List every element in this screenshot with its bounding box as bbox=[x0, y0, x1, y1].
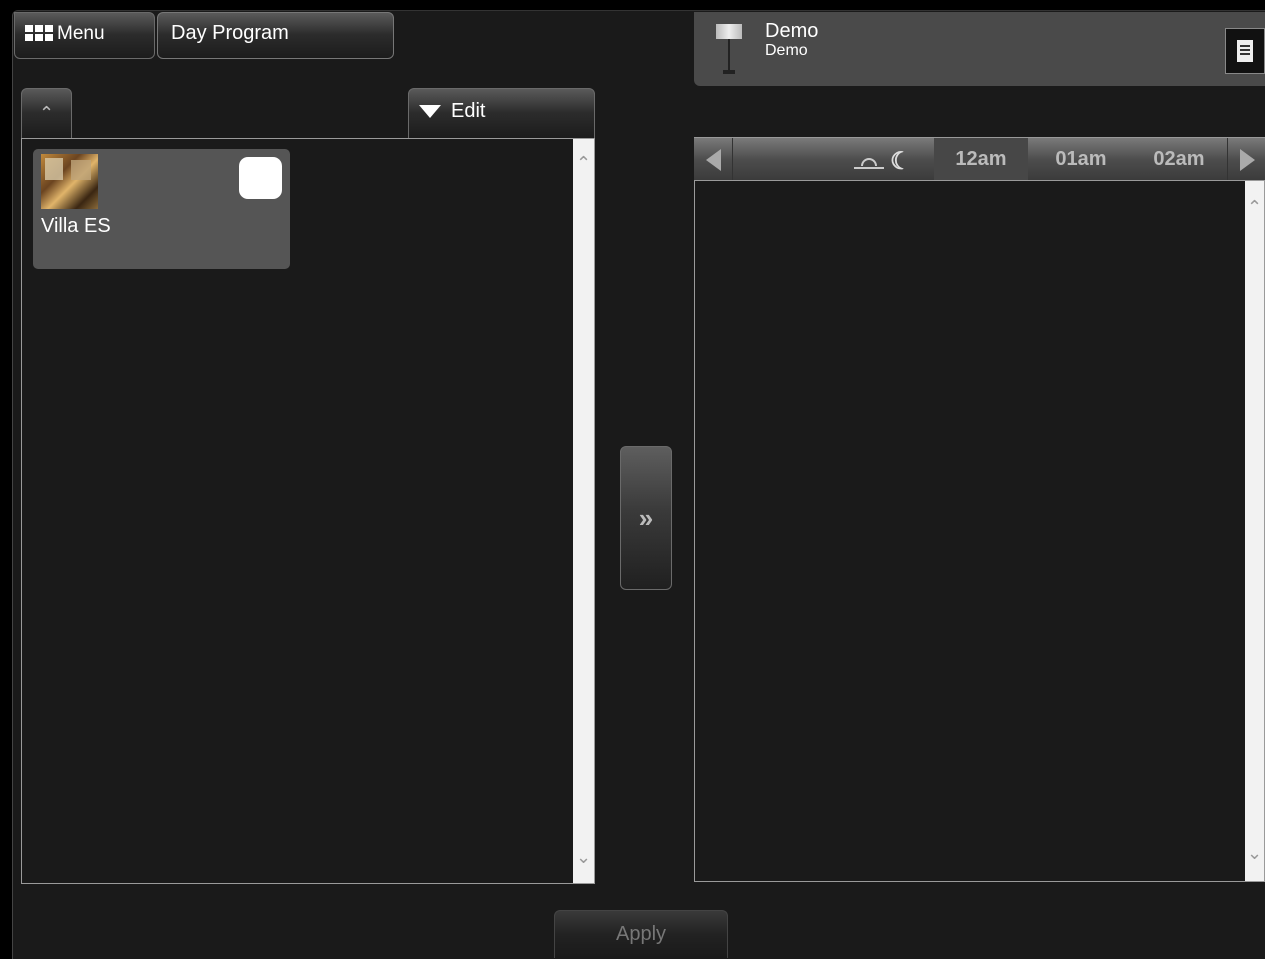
menu-label: Menu bbox=[57, 23, 105, 44]
notes-icon[interactable] bbox=[1225, 28, 1265, 74]
scroll-up-icon[interactable]: ⌃ bbox=[573, 153, 594, 173]
timeline-prev-button[interactable] bbox=[694, 138, 733, 181]
collapse-up-button[interactable]: ⌃ bbox=[21, 88, 72, 139]
hour-cell[interactable]: 01am bbox=[1034, 138, 1128, 181]
chevron-up-icon: ⌃ bbox=[38, 103, 55, 123]
scroll-down-icon[interactable]: ⌄ bbox=[573, 847, 594, 867]
scrollbar[interactable]: ⌃ ⌄ bbox=[1245, 181, 1264, 881]
apply-label: Apply bbox=[615, 923, 667, 945]
scroll-up-icon[interactable]: ⌃ bbox=[1245, 197, 1264, 217]
timeline-next-button[interactable] bbox=[1227, 138, 1265, 181]
moon-icon: ☾ bbox=[890, 148, 912, 175]
edit-button[interactable]: Edit bbox=[408, 88, 595, 139]
day-program-label: Day Program bbox=[171, 22, 289, 44]
triangle-left-icon bbox=[705, 148, 721, 171]
device-subtitle: Demo bbox=[765, 42, 808, 59]
pendant-lamp-icon bbox=[716, 24, 742, 76]
triangle-right-icon bbox=[1239, 148, 1255, 171]
select-checkbox[interactable] bbox=[239, 157, 282, 199]
sunrise-icon bbox=[854, 152, 884, 172]
day-night-indicator: ☾ bbox=[854, 147, 912, 176]
double-chevron-right-icon: » bbox=[638, 502, 654, 533]
transfer-button[interactable]: » bbox=[620, 446, 672, 590]
scroll-down-icon[interactable]: ⌄ bbox=[1245, 843, 1264, 863]
device-header: Demo Demo bbox=[694, 12, 1265, 86]
list-item[interactable]: Villa ES bbox=[33, 149, 290, 269]
apply-button[interactable]: Apply bbox=[554, 910, 728, 958]
device-name: Demo bbox=[765, 20, 819, 42]
timeline-header: ☾ 12am 01am 02am bbox=[694, 137, 1265, 181]
hour-cell[interactable]: 12am bbox=[934, 138, 1028, 181]
list-item-label: Villa ES bbox=[41, 215, 111, 237]
triangle-down-icon bbox=[419, 104, 441, 118]
edit-label: Edit bbox=[451, 99, 486, 122]
scrollbar[interactable]: ⌃ ⌄ bbox=[573, 139, 594, 883]
room-thumbnail bbox=[41, 154, 98, 209]
hour-cell[interactable]: 02am bbox=[1132, 138, 1226, 181]
scene-list: Villa ES ⌃ ⌄ bbox=[21, 138, 595, 884]
grid-icon bbox=[25, 25, 53, 41]
schedule-list: ⌃ ⌄ bbox=[694, 180, 1265, 882]
day-program-tab[interactable]: Day Program bbox=[157, 12, 394, 59]
menu-button[interactable]: Menu bbox=[14, 12, 155, 59]
